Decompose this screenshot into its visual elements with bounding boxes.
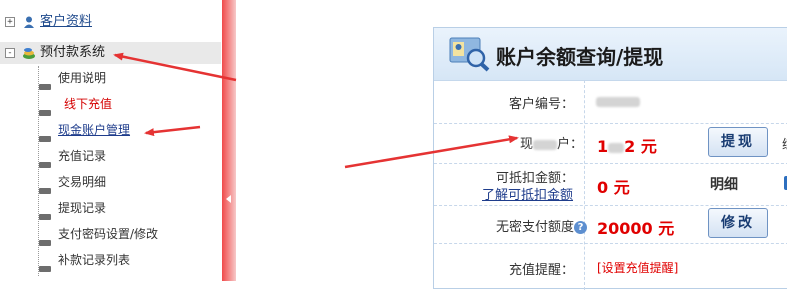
- tree-leaf-usage-guide[interactable]: 使用说明: [0, 71, 221, 94]
- customer-no-value: [596, 94, 640, 108]
- tree-leaf-offline-recharge[interactable]: 线下充值: [0, 97, 221, 120]
- document-icon: [39, 188, 51, 194]
- cash-balance-value: 12 元: [597, 137, 657, 156]
- folder-coins-icon: [23, 48, 35, 59]
- no-password-limit-value: 20000 元: [597, 219, 675, 238]
- table-divider: [434, 123, 787, 124]
- tree-leaf-label[interactable]: 提现记录: [58, 197, 106, 219]
- tree-leaf-label[interactable]: 支付密码设置/修改: [58, 223, 158, 245]
- tree-leaf-label[interactable]: 使用说明: [58, 67, 106, 89]
- document-icon: [39, 136, 51, 142]
- tree-leaf-cash-account-management[interactable]: 现金账户管理: [0, 123, 221, 146]
- document-icon: [39, 110, 51, 116]
- tree-leaf-withdrawal-records[interactable]: 提现记录: [0, 201, 221, 224]
- document-icon: [39, 214, 51, 220]
- tree-item-customer-info[interactable]: + 客户资料: [0, 11, 221, 33]
- tree-leaf-payment-password[interactable]: 支付密码设置/修改: [0, 227, 221, 250]
- tree-leaf-label[interactable]: 补款记录列表: [58, 249, 130, 271]
- no-password-limit-label: 无密支付额度?: [496, 216, 588, 235]
- expand-toggle-icon[interactable]: +: [5, 17, 15, 27]
- document-icon: [39, 266, 51, 272]
- account-search-icon: [449, 37, 490, 72]
- cut-off-text: 练: [782, 134, 787, 153]
- table-divider: [434, 243, 787, 244]
- tree-leaf-label[interactable]: 交易明细: [58, 171, 106, 193]
- tree-leaf-label[interactable]: 现金账户管理: [58, 119, 130, 141]
- tree-leaf-supplement-records[interactable]: 补款记录列表: [0, 253, 221, 276]
- detail-link[interactable]: 明细: [710, 174, 738, 194]
- tree-leaf-transaction-details[interactable]: 交易明细: [0, 175, 221, 198]
- deductible-info-link[interactable]: 了解可抵扣金额: [482, 184, 573, 203]
- help-icon[interactable]: ?: [574, 221, 588, 234]
- set-recharge-reminder-link[interactable]: [设置充值提醒]: [597, 259, 678, 276]
- cash-balance-label: 现户：: [520, 137, 584, 152]
- collapse-toggle-icon[interactable]: -: [5, 48, 15, 58]
- tree-item-label[interactable]: 预付款系统: [40, 42, 105, 64]
- page-title: 账户余额查询/提现: [496, 45, 664, 69]
- table-divider: [584, 80, 585, 290]
- document-icon: [39, 240, 51, 246]
- document-icon: [39, 84, 51, 90]
- user-icon: [24, 16, 34, 28]
- navigation-tree: + 客户资料 - 预付款系统 使用说明 线下充值 现金账户管理 充值记录 交易明…: [0, 0, 223, 281]
- tree-leaf-label[interactable]: 充值记录: [58, 145, 106, 167]
- tree-item-prepaid-system[interactable]: - 预付款系统: [0, 42, 221, 64]
- tree-leaf-label[interactable]: 线下充值: [64, 93, 112, 115]
- balance-panel: 账户余额查询/提现 客户编号： 现户： 12 元 提现 练 可抵扣金额： 了解可…: [433, 27, 787, 290]
- table-divider: [434, 163, 787, 164]
- document-icon: [39, 162, 51, 168]
- tree-item-label[interactable]: 客户资料: [40, 11, 92, 33]
- withdraw-button[interactable]: 提现: [708, 127, 768, 157]
- tree-leaf-recharge-records[interactable]: 充值记录: [0, 149, 221, 172]
- panel-header: 账户余额查询/提现: [434, 28, 787, 81]
- table-divider: [434, 205, 787, 206]
- customer-no-label: 客户编号：: [508, 97, 574, 112]
- panel-splitter[interactable]: [222, 0, 236, 281]
- collapse-arrow-icon[interactable]: [226, 195, 231, 203]
- modify-button[interactable]: 修改: [708, 208, 768, 238]
- deductible-value: 0 元: [597, 178, 630, 197]
- recharge-reminder-label: 充值提醒：: [508, 263, 574, 278]
